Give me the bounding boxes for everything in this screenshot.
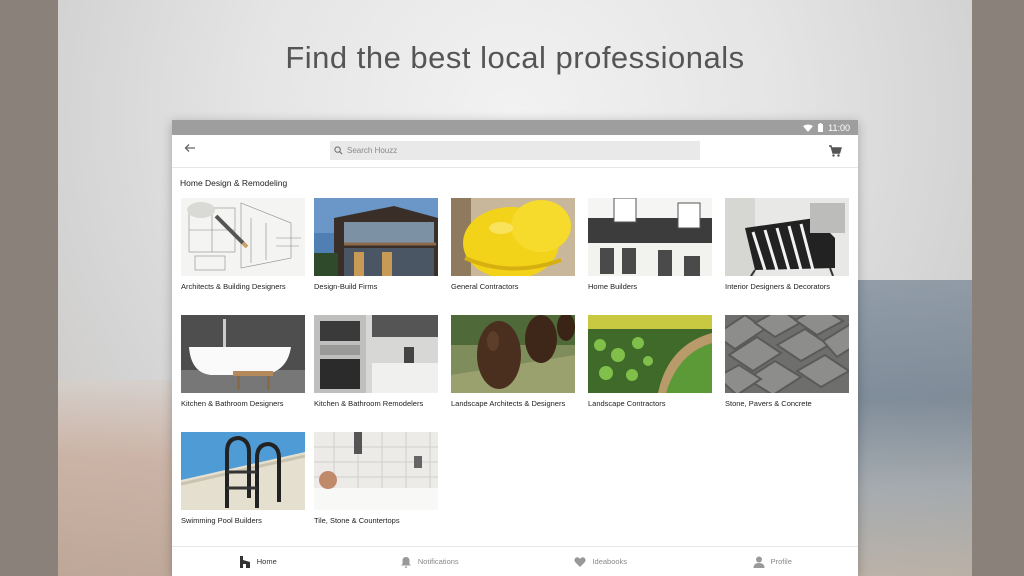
section-title: Home Design & Remodeling: [180, 178, 288, 188]
category-label: General Contractors: [451, 282, 519, 291]
search-icon: [334, 146, 343, 155]
nav-notifications[interactable]: Notifications: [344, 547, 516, 576]
landscape-architects-image: [451, 315, 575, 393]
category-tile-architects[interactable]: Architects & Building Designers: [181, 198, 305, 291]
category-tile-kitchen-bath-remodelers[interactable]: Kitchen & Bathroom Remodelers: [314, 315, 438, 408]
tile-stone-image: [314, 432, 438, 510]
heart-icon: [574, 556, 586, 567]
nav-label: Ideabooks: [592, 557, 628, 566]
category-label: Stone, Pavers & Concrete: [725, 399, 812, 408]
nav-label: Profile: [770, 557, 792, 566]
category-label: Landscape Architects & Designers: [451, 399, 566, 408]
category-tile-stone-pavers[interactable]: Stone, Pavers & Concrete: [725, 315, 849, 408]
category-tile-general-contractors[interactable]: General Contractors: [451, 198, 575, 291]
nav-profile[interactable]: Profile: [687, 547, 859, 576]
bottom-navigation: Home Notifications Ideabooks Profile: [172, 546, 858, 576]
category-tile-home-builders[interactable]: Home Builders: [588, 198, 712, 291]
person-icon: [753, 556, 765, 568]
category-label: Architects & Building Designers: [181, 282, 286, 291]
home-builders-image: [588, 198, 712, 276]
tablet-screen: 11:00 Search Houzz Home Design & Remodel…: [172, 120, 858, 576]
search-placeholder: Search Houzz: [347, 146, 398, 155]
houzz-home-icon: [239, 555, 250, 568]
category-label: Interior Designers & Decorators: [725, 282, 831, 291]
category-label: Tile, Stone & Countertops: [314, 516, 400, 525]
kitchen-bath-designers-image: [181, 315, 305, 393]
category-tile-landscape-contractors[interactable]: Landscape Contractors: [588, 315, 712, 408]
shopping-cart-icon[interactable]: [828, 144, 842, 158]
bell-icon: [400, 556, 411, 568]
battery-icon: [818, 123, 824, 132]
category-label: Kitchen & Bathroom Remodelers: [314, 399, 424, 408]
kitchen-bath-remodelers-image: [314, 315, 438, 393]
landscape-contractors-image: [588, 315, 712, 393]
status-bar: 11:00: [172, 120, 858, 135]
nav-label: Home: [256, 557, 277, 566]
category-label: Landscape Contractors: [588, 399, 666, 408]
category-label: Home Builders: [588, 282, 638, 291]
design-build-image: [314, 198, 438, 276]
architects-image: [181, 198, 305, 276]
category-tile-kitchen-bath-designers[interactable]: Kitchen & Bathroom Designers: [181, 315, 305, 408]
category-tile-interior-designers[interactable]: Interior Designers & Decorators: [725, 198, 849, 291]
background-blur-left: [58, 380, 178, 576]
stone-pavers-image: [725, 315, 849, 393]
status-time: 11:00: [828, 122, 850, 133]
category-label: Kitchen & Bathroom Designers: [181, 399, 284, 408]
promo-headline: Find the best local professionals: [285, 40, 745, 75]
category-label: Swimming Pool Builders: [181, 516, 262, 525]
category-tile-landscape-architects[interactable]: Landscape Architects & Designers: [451, 315, 575, 408]
nav-ideabooks[interactable]: Ideabooks: [515, 547, 687, 576]
category-tile-swimming-pool[interactable]: Swimming Pool Builders: [181, 432, 305, 525]
back-arrow-icon[interactable]: [184, 142, 200, 158]
category-tile-design-build[interactable]: Design-Build Firms: [314, 198, 438, 291]
category-label: Design-Build Firms: [314, 282, 378, 291]
category-tile-tile-stone[interactable]: Tile, Stone & Countertops: [314, 432, 438, 525]
background-blur-right: [852, 280, 972, 576]
nav-home[interactable]: Home: [172, 547, 344, 576]
app-bar: Search Houzz: [172, 135, 858, 168]
swimming-pool-image: [181, 432, 305, 510]
general-contractors-image: [451, 198, 575, 276]
interior-designers-image: [725, 198, 849, 276]
wifi-icon: [803, 124, 814, 132]
nav-label: Notifications: [417, 557, 459, 566]
search-input[interactable]: Search Houzz: [330, 141, 700, 160]
